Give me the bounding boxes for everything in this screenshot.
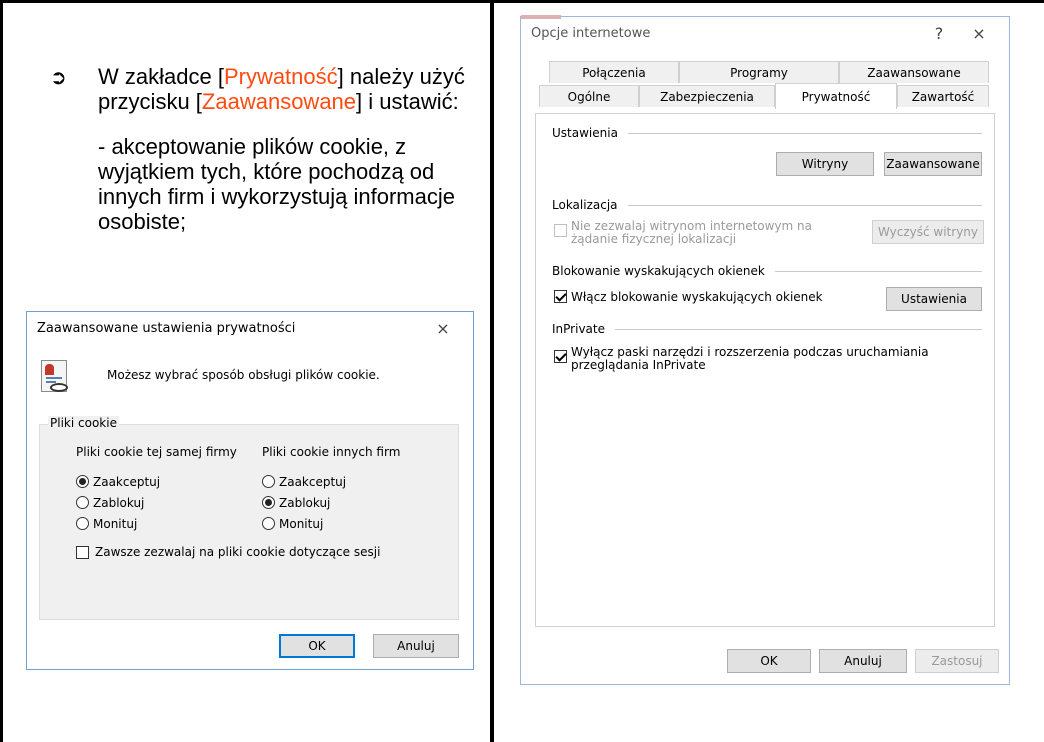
advanced-button[interactable]: Zaawansowane (884, 152, 982, 176)
checkbox-unchecked-icon[interactable] (76, 545, 89, 559)
tab-security[interactable]: Zabezpieczenia (639, 85, 775, 107)
frame-column-divider (490, 0, 494, 742)
cookies-group-title: Pliki cookie (48, 416, 119, 430)
popup-settings-button[interactable]: Ustawienia (886, 287, 982, 311)
radio-empty-icon[interactable] (262, 475, 275, 488)
inprivate-checkbox-row[interactable]: Wyłącz paski narzędzi i rozszerzenia pod… (554, 346, 929, 372)
radio-empty-icon[interactable] (76, 517, 89, 530)
tab-programs[interactable]: Programy (679, 61, 839, 83)
privacy-cancel-button[interactable]: Anuluj (373, 634, 459, 658)
tab-general[interactable]: Ogólne (539, 85, 639, 107)
advanced-privacy-dialog: Zaawansowane ustawienia prywatności × Mo… (26, 311, 474, 670)
tab-advanced[interactable]: Zaawansowane (839, 61, 989, 83)
privacy-ok-button[interactable]: OK (279, 634, 355, 658)
tab-connections[interactable]: Połączenia (549, 61, 679, 83)
third-party-column: Pliki cookie innych firm Zaakceptuj Zabl… (262, 445, 400, 534)
radio-empty-icon[interactable] (76, 496, 89, 509)
third-party-block-radio[interactable]: Zablokuj (262, 492, 400, 513)
highlight-privacy: Prywatność (223, 64, 338, 89)
location-section-header: Lokalizacja (552, 198, 982, 212)
frame-top-border (0, 0, 1044, 3)
instruction-paragraph-1: W zakładce [Prywatność] należy użyć przy… (98, 64, 465, 114)
internet-options-title: Opcje internetowe (531, 25, 651, 41)
privacy-dialog-title: Zaawansowane ustawienia prywatności (37, 320, 296, 336)
internet-options-titlebar: Opcje internetowe ? × (521, 17, 1009, 49)
internet-options-cancel-button[interactable]: Anuluj (819, 649, 907, 673)
radio-selected-icon[interactable] (76, 475, 89, 488)
internet-options-ok-button[interactable]: OK (727, 649, 811, 673)
third-party-prompt-radio[interactable]: Monituj (262, 513, 400, 534)
internet-options-dialog: Opcje internetowe ? × Połączenia Program… (520, 15, 1010, 685)
first-party-accept-radio[interactable]: Zaakceptuj (76, 471, 237, 492)
privacy-document-icon (41, 360, 68, 392)
apply-button[interactable]: Zastosuj (915, 649, 999, 673)
window-accent-mark (521, 15, 561, 19)
inprivate-section-header: InPrivate (552, 322, 982, 336)
arrow-bullet-icon: ➲ (50, 67, 67, 89)
first-party-column: Pliki cookie tej samej firmy Zaakceptuj … (76, 445, 237, 534)
instruction-text: ➲ W zakładce [Prywatność] należy użyć pr… (50, 64, 482, 234)
popup-blocker-checkbox-row[interactable]: Włącz blokowanie wyskakujących okienek (554, 290, 823, 304)
popup-section-header: Blokowanie wyskakujących okienek (552, 264, 982, 278)
help-icon[interactable]: ? (919, 24, 959, 43)
checkbox-checked-icon[interactable] (554, 350, 567, 363)
first-party-prompt-radio[interactable]: Monituj (76, 513, 237, 534)
first-party-block-radio[interactable]: Zablokuj (76, 492, 237, 513)
cookies-group: Pliki cookie Pliki cookie tej samej firm… (39, 416, 459, 620)
instruction-paragraph-2: - akceptowanie plików cookie, z wyjątkie… (98, 134, 455, 234)
tab-content[interactable]: Zawartość (897, 85, 989, 107)
clear-sites-button[interactable]: Wyczyść witryny (872, 220, 984, 244)
session-cookies-label: Zawsze zezwalaj na pliki cookie dotycząc… (95, 545, 381, 559)
radio-empty-icon[interactable] (262, 517, 275, 530)
checkbox-disabled-icon[interactable] (554, 224, 567, 237)
close-icon[interactable]: × (423, 319, 463, 338)
frame-left-border (0, 0, 3, 742)
privacy-intro-text: Możesz wybrać sposób obsługi plików cook… (107, 368, 380, 382)
first-party-header: Pliki cookie tej samej firmy (76, 445, 237, 459)
settings-section-header: Ustawienia (552, 126, 982, 140)
radio-selected-icon[interactable] (262, 496, 275, 509)
third-party-header: Pliki cookie innych firm (262, 445, 401, 459)
session-cookies-checkbox-row[interactable]: Zawsze zezwalaj na pliki cookie dotycząc… (76, 545, 380, 559)
tab-strip: Połączenia Programy Zaawansowane Ogólne … (535, 53, 995, 113)
third-party-accept-radio[interactable]: Zaakceptuj (262, 471, 400, 492)
close-icon[interactable]: × (959, 24, 999, 43)
tab-privacy[interactable]: Prywatność (775, 83, 897, 109)
privacy-tab-panel: Ustawienia Witryny Zaawansowane Lokaliza… (535, 113, 995, 627)
highlight-advanced: Zaawansowane (201, 89, 357, 114)
location-checkbox-row[interactable]: Nie zezwalaj witrynom internetowym na żą… (554, 220, 812, 246)
checkbox-checked-icon[interactable] (554, 290, 567, 303)
sites-button[interactable]: Witryny (776, 152, 874, 176)
privacy-dialog-titlebar: Zaawansowane ustawienia prywatności × (27, 312, 473, 344)
